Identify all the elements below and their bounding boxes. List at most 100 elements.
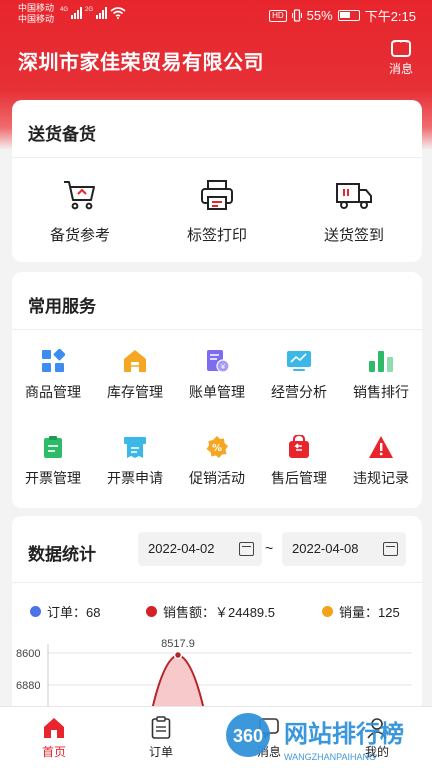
peak-point bbox=[173, 650, 183, 660]
sales-chart: 8600 6880 8517.9 bbox=[16, 638, 412, 710]
product-management-label: 商品管理 bbox=[25, 384, 81, 400]
sales-volume-label: 销量： bbox=[339, 605, 379, 620]
delivery-truck-icon bbox=[336, 183, 372, 209]
invoice-management-button[interactable]: 开票管理 bbox=[12, 434, 94, 488]
carrier-labels: 中国移动 中国移动 bbox=[18, 3, 54, 25]
orders-label: 订单： bbox=[47, 605, 87, 620]
services-title: 常用服务 bbox=[28, 297, 96, 316]
delivery-signin-label: 送货签到 bbox=[323, 227, 384, 244]
sales-amount-label: 销售额： bbox=[163, 605, 216, 620]
battery-icon bbox=[337, 10, 360, 21]
wifi-icon bbox=[110, 7, 126, 19]
calendar-icon bbox=[239, 542, 254, 556]
calendar-icon bbox=[383, 542, 398, 556]
network-type-2: 2G bbox=[85, 7, 94, 13]
carrier-1: 中国移动 bbox=[18, 3, 55, 13]
svg-text:¥: ¥ bbox=[221, 363, 226, 371]
message-icon bbox=[391, 37, 411, 57]
order-list-icon bbox=[151, 716, 171, 739]
tab-home[interactable]: 首页 bbox=[11, 715, 97, 760]
invoice-request-label: 开票申请 bbox=[107, 470, 163, 486]
discount-icon: % bbox=[206, 436, 228, 458]
violation-records-label: 违规记录 bbox=[353, 470, 409, 486]
date-from-picker[interactable]: 2022-04-02 bbox=[138, 532, 262, 566]
y-tick-label: 8600 bbox=[16, 648, 40, 660]
invoice-request-button[interactable]: 开票申请 bbox=[94, 434, 176, 488]
carrier-2: 中国移动 bbox=[18, 14, 55, 24]
inventory-management-button[interactable]: 库存管理 bbox=[94, 348, 176, 402]
shopping-cart-icon bbox=[64, 181, 95, 210]
status-right: HD 55% 下午2:15 bbox=[269, 6, 416, 25]
label-print-button[interactable]: 标签打印 bbox=[149, 178, 285, 245]
signal-icons: 4G 2G bbox=[60, 7, 126, 19]
business-analysis-button[interactable]: 经营分析 bbox=[258, 348, 340, 402]
tab-orders[interactable]: 订单 bbox=[118, 715, 204, 760]
delivery-title: 送货备货 bbox=[28, 125, 96, 144]
return-bag-icon bbox=[289, 435, 309, 458]
stock-reference-button[interactable]: 备货参考 bbox=[12, 178, 148, 245]
date-to-picker[interactable]: 2022-04-08 bbox=[282, 532, 406, 566]
clock: 下午2:15 bbox=[364, 9, 416, 24]
divider bbox=[12, 582, 422, 583]
signal-icon bbox=[71, 7, 83, 19]
promotion-label: 促销活动 bbox=[189, 470, 245, 486]
product-management-button[interactable]: 商品管理 bbox=[12, 348, 94, 402]
bill-management-label: 账单管理 bbox=[189, 384, 245, 400]
bill-icon: ¥ bbox=[207, 350, 229, 373]
date-to-value: 2022-04-08 bbox=[292, 541, 359, 556]
sales-amount-dot-icon bbox=[146, 606, 157, 617]
sales-ranking-label: 销售排行 bbox=[353, 384, 409, 400]
business-analysis-label: 经营分析 bbox=[271, 384, 327, 400]
stats-title: 数据统计 bbox=[28, 545, 96, 564]
battery-percent: 55% bbox=[306, 8, 333, 23]
home-icon bbox=[44, 718, 64, 738]
bill-management-button[interactable]: ¥ 账单管理 bbox=[176, 348, 258, 402]
tab-orders-label: 订单 bbox=[148, 745, 173, 759]
warehouse-icon bbox=[124, 350, 146, 372]
legend-sales-amount: 销售额：￥24489.5 bbox=[146, 602, 275, 621]
violation-records-button[interactable]: 违规记录 bbox=[340, 434, 422, 488]
after-sales-label: 售后管理 bbox=[271, 470, 327, 486]
label-print-label: 标签打印 bbox=[186, 227, 247, 244]
receipt-icon bbox=[124, 437, 146, 458]
services-card: 常用服务 商品管理 库存管理 ¥ 账单管理 经营分析 销售排行 开票管理 开票申… bbox=[12, 272, 422, 508]
bar-rank-icon bbox=[369, 351, 393, 372]
warning-icon bbox=[369, 436, 393, 458]
monitor-chart-icon bbox=[287, 351, 311, 371]
peak-value-label: 8517.9 bbox=[161, 638, 195, 650]
grid-shapes-icon bbox=[42, 349, 65, 372]
stock-reference-label: 备货参考 bbox=[49, 227, 110, 244]
status-bar: 中国移动 中国移动 4G 2G HD 55% 下午2:15 bbox=[0, 0, 432, 30]
svg-text:%: % bbox=[212, 443, 222, 454]
sales-ranking-button[interactable]: 销售排行 bbox=[340, 348, 422, 402]
tab-home-label: 首页 bbox=[41, 745, 66, 759]
date-separator: ~ bbox=[265, 540, 274, 556]
sales-amount-value: ￥24489.5 bbox=[215, 605, 276, 620]
divider bbox=[12, 157, 422, 158]
watermark-url: WANGZHANPAIHANG bbox=[284, 752, 376, 762]
network-type-1: 4G bbox=[60, 7, 69, 13]
legend-sales-volume: 销量：125 bbox=[322, 602, 400, 621]
company-title: 深圳市家佳荣贸易有限公司 bbox=[18, 52, 264, 74]
date-from-value: 2022-04-02 bbox=[148, 541, 215, 556]
orders-value: 68 bbox=[86, 605, 101, 620]
sales-volume-dot-icon bbox=[322, 606, 333, 617]
message-button[interactable]: 消息 bbox=[386, 37, 416, 77]
watermark-number: 360 bbox=[233, 726, 263, 746]
site-watermark: 360 网站排行榜 WANGZHANPAIHANG bbox=[226, 713, 404, 762]
watermark-text: 网站排行榜 bbox=[284, 720, 404, 748]
sales-volume-value: 125 bbox=[378, 605, 400, 620]
divider bbox=[12, 329, 422, 330]
promotion-button[interactable]: % 促销活动 bbox=[176, 434, 258, 488]
delivery-signin-button[interactable]: 送货签到 bbox=[286, 178, 422, 245]
vibrate-icon bbox=[291, 9, 302, 22]
printer-icon bbox=[201, 180, 233, 210]
inventory-management-label: 库存管理 bbox=[107, 384, 163, 400]
clipboard-icon bbox=[44, 436, 62, 458]
y-tick-label: 6880 bbox=[16, 680, 40, 692]
orders-dot-icon bbox=[30, 606, 41, 617]
signal-icon bbox=[96, 7, 108, 19]
legend-orders: 订单：68 bbox=[30, 602, 100, 621]
after-sales-button[interactable]: 售后管理 bbox=[258, 434, 340, 488]
delivery-card: 送货备货 备货参考 标签打印 送货签到 bbox=[12, 100, 422, 262]
